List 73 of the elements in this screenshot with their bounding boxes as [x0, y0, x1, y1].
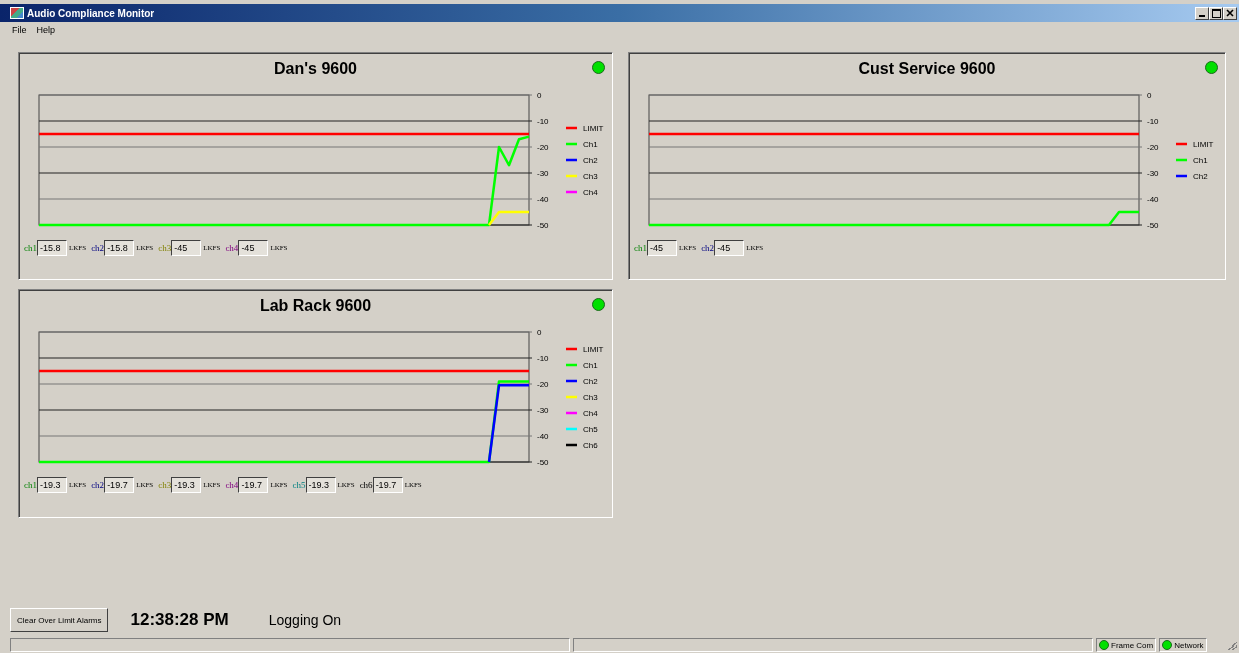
y-tick-label: -40 — [537, 432, 550, 441]
clear-alarms-button[interactable]: Clear Over Limit Alarms — [10, 608, 109, 632]
y-tick-label: -10 — [537, 117, 550, 126]
y-tick-label: -20 — [1147, 143, 1160, 152]
legend-label: Ch2 — [583, 156, 599, 165]
y-tick-label: -20 — [537, 380, 550, 389]
loudness-field[interactable]: -19.3 — [171, 477, 202, 493]
legend-label: Ch3 — [583, 393, 599, 402]
y-tick-label: -10 — [1147, 117, 1160, 126]
loudness-field[interactable]: -45 — [647, 240, 677, 256]
y-tick-label: 0 — [1147, 91, 1152, 100]
window-title: Audio Compliance Monitor — [27, 7, 155, 19]
line-series — [37, 135, 531, 227]
close-button[interactable] — [1223, 6, 1237, 20]
channel-label: ch3 — [158, 480, 172, 490]
y-tick-label: -40 — [1147, 195, 1160, 204]
indicator-label: Network — [1174, 640, 1204, 650]
indicator-label: Frame Com — [1111, 640, 1154, 650]
maximize-button[interactable] — [1209, 6, 1223, 20]
y-tick-label: 0 — [537, 91, 542, 100]
loudness-field[interactable]: -19.7 — [238, 477, 269, 493]
channel-label: ch4 — [225, 480, 239, 490]
y-tick-label: -30 — [537, 406, 550, 415]
loudness-field[interactable]: -19.7 — [372, 477, 403, 493]
app-icon — [10, 7, 24, 19]
y-tick-label: -40 — [537, 195, 550, 204]
legend-label: Ch5 — [583, 425, 599, 434]
legend-label: Ch6 — [583, 441, 599, 450]
clock-text: 12:38:28 PM — [130, 610, 229, 630]
legend-label: Ch2 — [583, 377, 599, 386]
legend-label: Ch2 — [1193, 172, 1209, 181]
loudness-field[interactable]: -15.8 — [104, 240, 135, 256]
minimize-button[interactable] — [1195, 6, 1209, 20]
channel-label: ch6 — [359, 480, 373, 490]
loudness-field[interactable]: -15.8 — [37, 240, 67, 256]
y-tick-label: -50 — [537, 221, 550, 230]
y-tick-label: -20 — [537, 143, 550, 152]
panel-title: Cust Service 9600 — [858, 60, 996, 78]
channel-label: ch2 — [91, 243, 105, 253]
channel-label: ch2 — [91, 480, 105, 490]
legend-label: Ch3 — [583, 172, 599, 181]
loudness-field[interactable]: -19.7 — [104, 477, 135, 493]
loudness-field[interactable]: -19.3 — [37, 477, 67, 493]
y-tick-label: -30 — [537, 169, 550, 178]
channel-label: ch5 — [292, 480, 306, 490]
loudness-field[interactable]: -45 — [171, 240, 202, 256]
logging-status: Logging On — [268, 612, 342, 628]
panel-title: Lab Rack 9600 — [259, 297, 372, 315]
channel-label: ch2 — [701, 243, 715, 253]
loudness-field[interactable]: -45 — [238, 240, 269, 256]
legend-label: LIMIT — [1193, 140, 1214, 149]
channel-label: ch1 — [634, 243, 647, 253]
legend-label: Ch4 — [583, 188, 599, 197]
y-tick-label: -50 — [1147, 221, 1160, 230]
legend-label: Ch1 — [583, 361, 599, 370]
legend-label: LIMIT — [583, 124, 604, 133]
channel-label: ch3 — [158, 243, 172, 253]
panel-title: Dan's 9600 — [274, 60, 357, 78]
legend-label: LIMIT — [583, 345, 604, 354]
y-tick-label: -50 — [537, 458, 550, 467]
legend-label: Ch1 — [583, 140, 599, 149]
legend-label: Ch4 — [583, 409, 599, 418]
y-tick-label: -30 — [1147, 169, 1160, 178]
loudness-field[interactable]: -19.3 — [305, 477, 336, 493]
menu-item[interactable]: Help — [36, 25, 56, 35]
channel-label: ch4 — [225, 243, 239, 253]
loudness-field[interactable]: -45 — [714, 240, 745, 256]
channel-label: ch1 — [24, 480, 37, 490]
menu-item[interactable]: File — [12, 25, 27, 35]
y-tick-label: 0 — [537, 328, 542, 337]
y-tick-label: -10 — [537, 354, 550, 363]
channel-label: ch1 — [24, 243, 37, 253]
legend-label: Ch1 — [1193, 156, 1209, 165]
